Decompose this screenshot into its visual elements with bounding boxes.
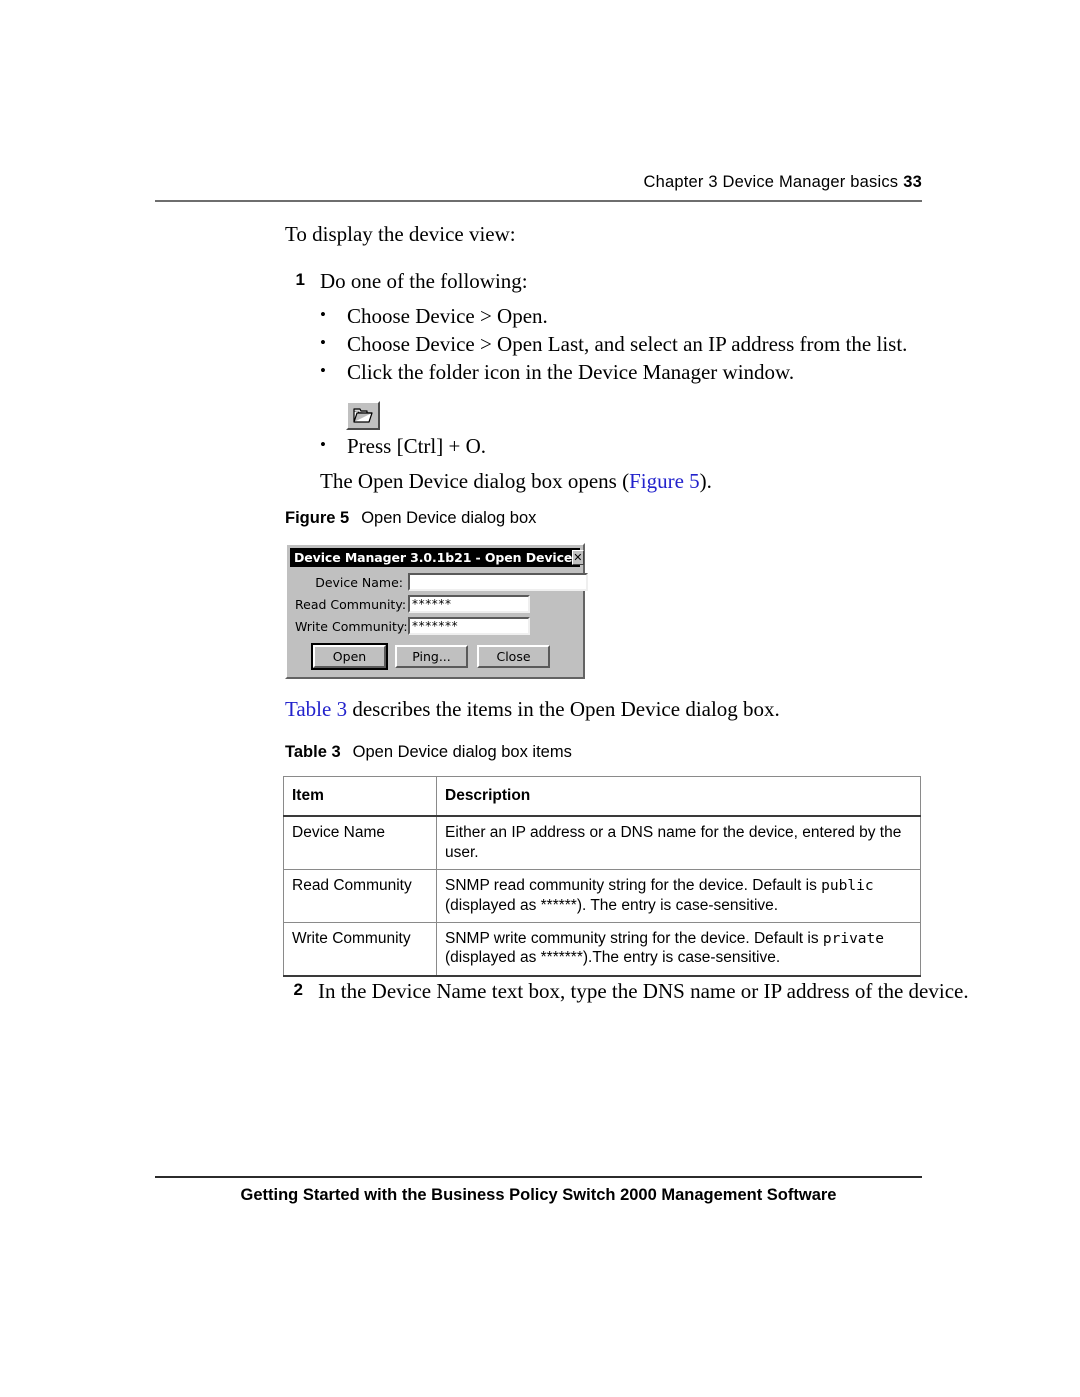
column-header-description: Description	[436, 776, 921, 818]
close-button[interactable]: Close	[477, 645, 550, 668]
table-intro-rest: describes the items in the Open Device d…	[347, 697, 780, 721]
page-number: 33	[903, 173, 922, 191]
header-rule	[155, 200, 922, 202]
table-caption-title: Open Device dialog box items	[352, 743, 572, 761]
table-row: Device Name Either an IP address or a DNS…	[283, 815, 921, 871]
table-cell-item: Device Name	[283, 815, 437, 871]
running-head: Chapter 3 Device Manager basics 33	[155, 173, 922, 192]
monospace-value: public	[821, 878, 874, 895]
write-community-input[interactable]: *******	[408, 617, 530, 635]
read-community-label: Read Community:	[295, 596, 407, 612]
open-device-dialog: Device Manager 3.0.1b21 - Open Device ✕ …	[285, 543, 588, 679]
write-community-row: Write Community: *******	[295, 617, 530, 635]
read-community-row: Read Community: ******	[295, 595, 530, 613]
bullet-item-1-text: Choose Device > Open.	[347, 304, 548, 328]
bullet-marker: •	[320, 333, 326, 352]
footer-text: Getting Started with the Business Policy…	[240, 1186, 837, 1204]
bullet-marker: •	[320, 361, 326, 380]
table-cell-description: SNMP write community string for the devi…	[436, 921, 921, 977]
device-name-row: Device Name:	[295, 573, 588, 591]
figure-5-crossref[interactable]: Figure 5	[629, 469, 700, 493]
column-header-item: Item	[283, 776, 437, 818]
device-name-label: Device Name:	[315, 574, 403, 590]
step-2-text: In the Device Name text box, type the DN…	[318, 979, 969, 1003]
bullet-item-1: • Choose Device > Open.	[320, 306, 548, 327]
step-1-number: 1	[295, 270, 305, 289]
table-row: Write Community SNMP write community stri…	[283, 921, 921, 977]
step-1-text: Do one of the following:	[320, 269, 528, 293]
dialog-opens-prefix: The Open Device dialog box opens (	[320, 469, 630, 493]
table-cell-item: Read Community	[283, 869, 437, 923]
dialog-titlebar: Device Manager 3.0.1b21 - Open Device ✕	[290, 548, 584, 567]
dialog-button-bar: Open Ping... Close	[311, 643, 550, 670]
device-name-input[interactable]	[408, 573, 588, 591]
table-intro-sentence: Table 3 describes the items in the Open …	[285, 697, 780, 722]
bullet-item-2-text: Choose Device > Open Last, and select an…	[347, 332, 908, 356]
table-caption: Table 3 Open Device dialog box items	[285, 743, 572, 762]
table-header-row: Item Description	[283, 776, 921, 818]
open-folder-icon	[346, 401, 380, 430]
dialog-opens-suffix: ).	[699, 469, 712, 493]
bullet-item-2: • Choose Device > Open Last, and select …	[320, 334, 907, 355]
document-page: Chapter 3 Device Manager basics 33 To dis…	[0, 0, 1080, 1397]
description-text: SNMP read community string for the devic…	[445, 877, 822, 895]
bullet-item-3-text: Click the folder icon in the Device Mana…	[347, 360, 795, 384]
dialog-title-text: Device Manager 3.0.1b21 - Open Device	[294, 550, 573, 565]
folder-glyph	[353, 408, 373, 423]
figure-caption-label: Figure 5	[285, 509, 350, 527]
bullet-item-3: • Click the folder icon in the Device Ma…	[320, 362, 794, 383]
table-cell-description: Either an IP address or a DNS name for t…	[436, 815, 921, 871]
close-icon[interactable]: ✕	[572, 550, 584, 565]
lead-in-text: To display the device view:	[285, 222, 516, 246]
table-row: Read Community SNMP read community string…	[283, 869, 921, 923]
step-2: 2 In the Device Name text box, type the …	[283, 981, 969, 1002]
table-3-crossref[interactable]: Table 3	[285, 697, 347, 721]
table-cell-description: SNMP read community string for the devic…	[436, 869, 921, 923]
table-caption-label: Table 3	[285, 743, 341, 761]
ping-button[interactable]: Ping...	[395, 645, 468, 668]
open-button[interactable]: Open	[311, 643, 388, 670]
figure-caption-title: Open Device dialog box	[361, 509, 537, 527]
bullet-marker: •	[320, 435, 326, 454]
description-text: SNMP write community string for the devi…	[445, 929, 823, 947]
running-head-title: Chapter 3 Device Manager basics	[643, 173, 899, 191]
description-text: (displayed as ******). The entry is case…	[445, 896, 779, 914]
read-community-input[interactable]: ******	[408, 595, 530, 613]
step-2-number: 2	[293, 980, 303, 999]
table-cell-item: Write Community	[283, 921, 437, 977]
footer-rule	[155, 1176, 922, 1178]
step-1: 1 Do one of the following:	[285, 271, 528, 292]
figure-caption: Figure 5 Open Device dialog box	[285, 509, 536, 528]
description-text: Either an IP address or a DNS name for t…	[445, 824, 902, 861]
bullet-marker: •	[320, 305, 326, 324]
dialog-opens-sentence: The Open Device dialog box opens (Figure…	[320, 469, 712, 494]
bullet-item-4: • Press [Ctrl] + O.	[320, 436, 486, 457]
open-device-items-table: Item Description Device Name Either an IP…	[283, 776, 921, 977]
bullet-item-4-text: Press [Ctrl] + O.	[347, 434, 487, 458]
write-community-label: Write Community:	[295, 618, 408, 634]
monospace-value: private	[822, 930, 884, 947]
description-text: (displayed as *******).The entry is case…	[445, 949, 781, 967]
